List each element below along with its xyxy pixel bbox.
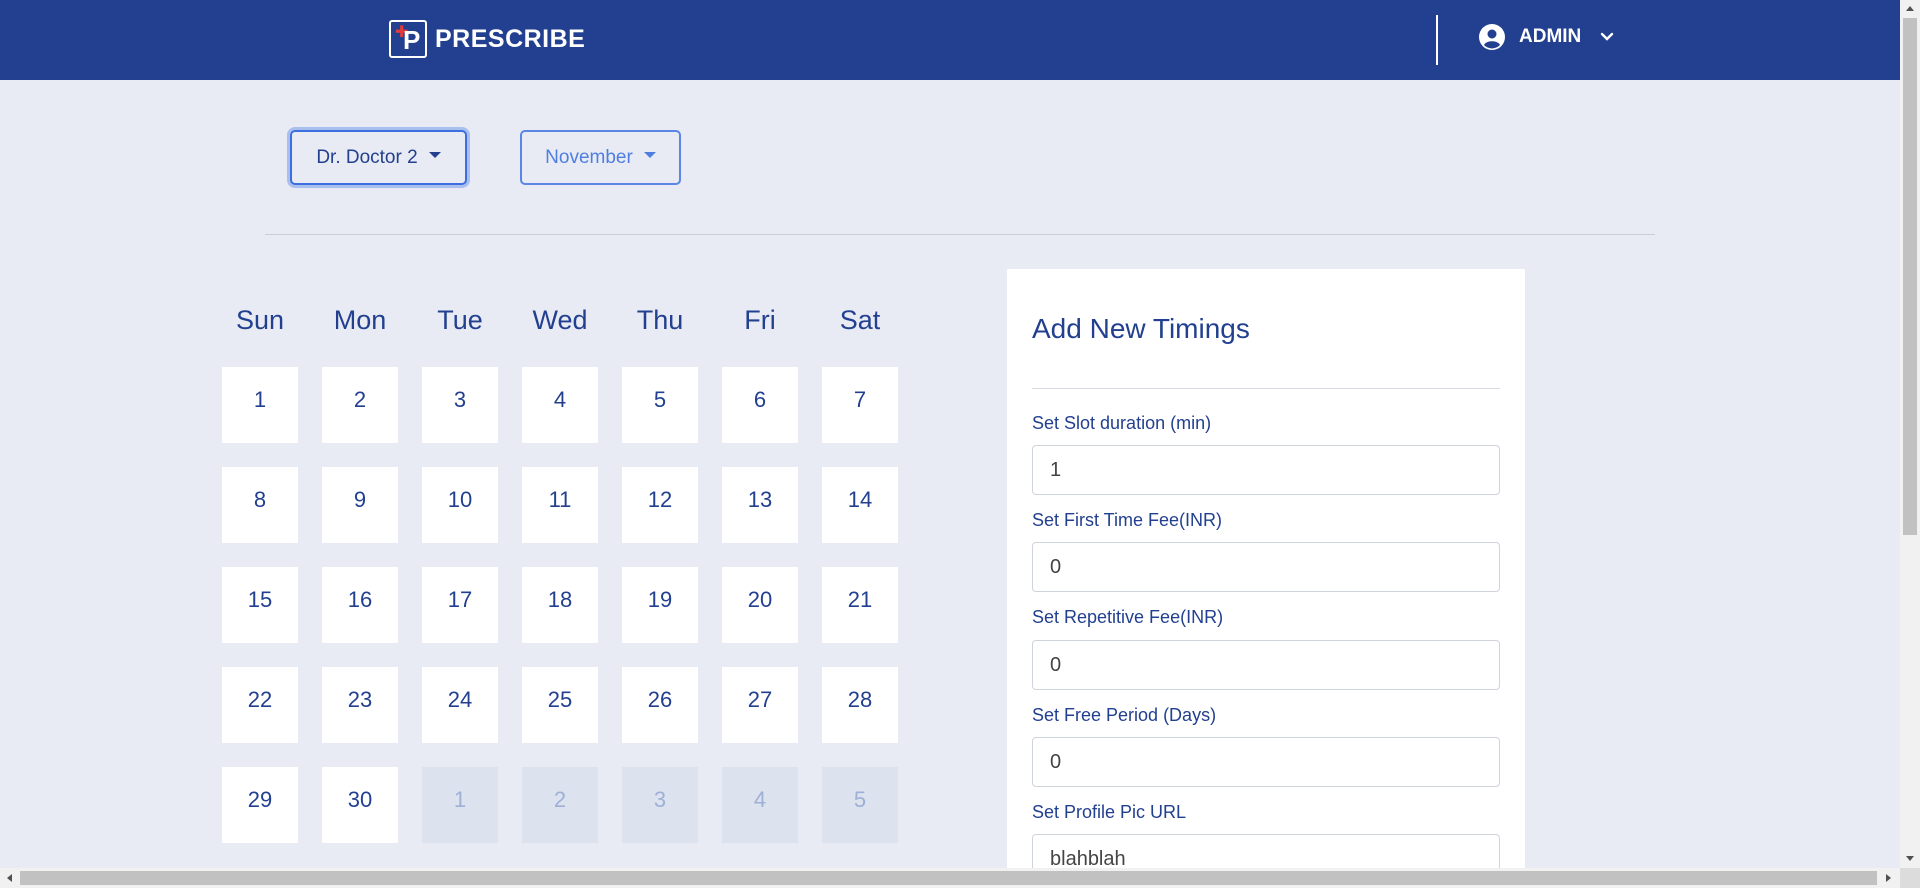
- repetitive-fee-label: Set Repetitive Fee(INR): [1032, 607, 1224, 627]
- day-name-wed: Wed: [532, 305, 588, 335]
- month-dropdown-label: November: [545, 146, 633, 168]
- add-timings-panel: Add New Timings Set Slot duration (min) S…: [1007, 269, 1525, 888]
- vertical-scroll-thumb[interactable]: [1903, 18, 1917, 535]
- calendar-day[interactable]: 4: [522, 367, 598, 443]
- section-divider: [265, 234, 1655, 235]
- top-navbar: ✚ P PRESCRIBE ADMIN: [0, 0, 1900, 80]
- day-name-thu: Thu: [636, 305, 684, 335]
- user-menu[interactable]: ADMIN: [1479, 24, 1615, 50]
- calendar-day[interactable]: 20: [722, 567, 798, 643]
- calendar-day[interactable]: 1: [222, 367, 298, 443]
- user-name: ADMIN: [1519, 26, 1582, 47]
- calendar-day[interactable]: 23: [322, 667, 398, 743]
- day-name-sun: Sun: [235, 305, 285, 335]
- calendar-day[interactable]: 11: [522, 467, 598, 543]
- calendar-day-other-month[interactable]: 4: [722, 767, 798, 843]
- day-name-tue: Tue: [437, 305, 483, 335]
- calendar-day[interactable]: 6: [722, 367, 798, 443]
- header-divider: [1436, 15, 1438, 65]
- horizontal-scroll-thumb[interactable]: [20, 871, 1877, 885]
- calendar-day[interactable]: 3: [422, 367, 498, 443]
- user-avatar-icon: [1479, 24, 1505, 50]
- repetitive-fee-input[interactable]: [1032, 640, 1500, 690]
- doctor-dropdown-label: Dr. Doctor 2: [316, 146, 418, 168]
- calendar-day[interactable]: 10: [422, 467, 498, 543]
- calendar-day[interactable]: 28: [822, 667, 898, 743]
- calendar-day[interactable]: 22: [222, 667, 298, 743]
- free-period-label: Set Free Period (Days): [1032, 705, 1217, 725]
- brand[interactable]: ✚ P PRESCRIBE: [389, 20, 585, 58]
- calendar-day[interactable]: 21: [822, 567, 898, 643]
- calendar-day[interactable]: 26: [622, 667, 698, 743]
- caret-down-icon: [428, 151, 441, 158]
- calendar-day[interactable]: 17: [422, 567, 498, 643]
- calendar-day[interactable]: 2: [322, 367, 398, 443]
- scrollbar-corner: [1900, 868, 1920, 888]
- day-name-sat: Sat: [839, 305, 881, 335]
- scroll-right-arrow-icon[interactable]: [1886, 874, 1891, 882]
- panel-divider: [1032, 388, 1500, 389]
- calendar-day[interactable]: 12: [622, 467, 698, 543]
- brand-name: PRESCRIBE: [435, 24, 586, 53]
- calendar-day-other-month[interactable]: 1: [422, 767, 498, 843]
- slot-duration-label: Set Slot duration (min): [1032, 413, 1212, 433]
- calendar-day[interactable]: 14: [822, 467, 898, 543]
- caret-down-icon: [643, 151, 656, 158]
- calendar-day[interactable]: 13: [722, 467, 798, 543]
- calendar-day[interactable]: 9: [322, 467, 398, 543]
- calendar-day-other-month[interactable]: 5: [822, 767, 898, 843]
- day-name-mon: Mon: [333, 305, 387, 335]
- doctor-dropdown[interactable]: Dr. Doctor 2: [290, 130, 467, 185]
- chevron-down-icon: [1601, 32, 1614, 41]
- prescribe-logo-icon: ✚ P: [389, 20, 427, 58]
- calendar-day[interactable]: 7: [822, 367, 898, 443]
- calendar-day-other-month[interactable]: 2: [522, 767, 598, 843]
- calendar-day[interactable]: 15: [222, 567, 298, 643]
- calendar-day[interactable]: 30: [322, 767, 398, 843]
- calendar-day[interactable]: 5: [622, 367, 698, 443]
- calendar-day[interactable]: 19: [622, 567, 698, 643]
- scroll-down-arrow-icon[interactable]: [1906, 856, 1914, 861]
- calendar-day[interactable]: 25: [522, 667, 598, 743]
- month-dropdown[interactable]: November: [520, 130, 681, 185]
- scroll-left-arrow-icon[interactable]: [7, 874, 12, 882]
- calendar-day-other-month[interactable]: 3: [622, 767, 698, 843]
- calendar-day[interactable]: 24: [422, 667, 498, 743]
- panel-title: Add New Timings: [1032, 313, 1250, 344]
- slot-duration-input[interactable]: [1032, 445, 1500, 495]
- calendar-day[interactable]: 18: [522, 567, 598, 643]
- profile-pic-url-label: Set Profile Pic URL: [1032, 802, 1187, 822]
- first-time-fee-input[interactable]: [1032, 542, 1500, 592]
- calendar-day[interactable]: 29: [222, 767, 298, 843]
- calendar-day[interactable]: 27: [722, 667, 798, 743]
- calendar-day[interactable]: 8: [222, 467, 298, 543]
- free-period-input[interactable]: [1032, 737, 1500, 787]
- first-time-fee-label: Set First Time Fee(INR): [1032, 510, 1223, 530]
- day-name-fri: Fri: [744, 305, 776, 335]
- scroll-up-arrow-icon[interactable]: [1906, 6, 1914, 11]
- calendar-day[interactable]: 16: [322, 567, 398, 643]
